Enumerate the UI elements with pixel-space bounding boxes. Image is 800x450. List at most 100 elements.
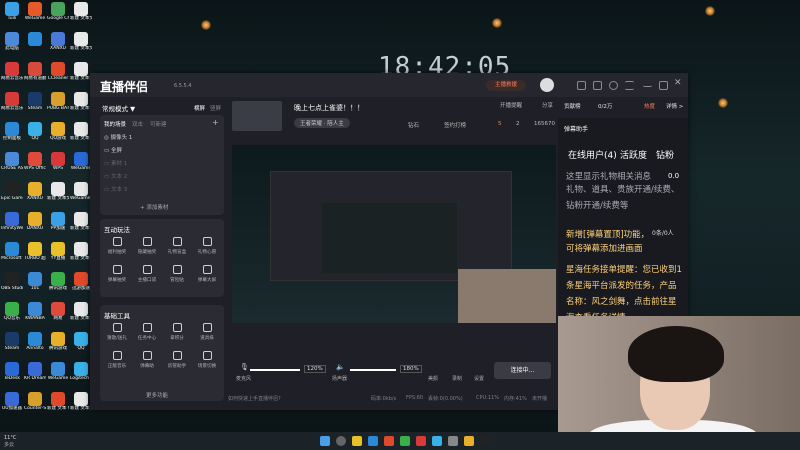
desktop-icon[interactable]: KWANBA [24,302,46,321]
tool-button[interactable]: 房管助手 [162,351,192,369]
beauty-button[interactable]: 美颜 [428,375,438,382]
desktop-icon[interactable]: Counter-St... [24,392,46,411]
desktop-icon[interactable]: 新建 文本文档 [70,392,92,411]
desktop-icon[interactable]: 网易云音乐 [1,92,23,111]
desktop-icon[interactable]: PUBG BATTLEGROUNDS [47,92,69,111]
tool-button[interactable]: 正版音乐 [102,351,132,369]
mic-slider[interactable] [250,369,300,371]
details-tab[interactable]: 详情 > [666,102,683,110]
app-icon[interactable] [448,436,458,446]
scene-tab-3[interactable]: 可新建 [150,120,167,128]
app-icon[interactable] [432,436,442,446]
add-scene-icon[interactable]: + [212,118,219,127]
more-tools-button[interactable]: 更多功能 [146,391,168,399]
app-icon[interactable] [464,436,474,446]
desktop-icon[interactable]: OBS Studio [1,272,23,291]
tool-button[interactable]: 道具排 [192,323,222,341]
desktop-icon[interactable]: 网易有道翻译 [24,62,46,81]
desktop-icon[interactable]: 新建 文本文档 [47,182,69,201]
desktop-icon[interactable]: WeGame [24,2,46,21]
heat-tab[interactable]: 热度 [644,102,655,110]
desktop-icon[interactable]: YY直播 [47,242,69,261]
source-row[interactable]: ▭ 全屏 [104,146,220,155]
menu-icon[interactable] [625,81,634,90]
desktop-icon[interactable]: WeGame [47,362,69,381]
desktop-icon[interactable]: Epic Games Launcher [1,182,23,201]
edge-icon[interactable] [368,436,378,446]
desktop-icon[interactable]: XANXU [47,32,69,51]
desktop-icon[interactable]: 101 [24,272,46,291]
avatar[interactable] [540,78,554,92]
diamond-stat[interactable]: 钻石 [408,121,419,129]
desktop-icon[interactable]: 新建 文本文档 (3).txt [70,62,92,81]
desktop-icon[interactable]: WPS Office [24,152,46,171]
tool-button[interactable]: 隐藏抽奖 [132,237,162,255]
desktop-icon[interactable]: 新建 文本文档 [70,242,92,261]
app-icon[interactable] [416,436,426,446]
tool-button[interactable]: 猜歌/送礼 [102,323,132,341]
desktop-icon[interactable]: Logitech G HUB [70,362,92,381]
desktop-icon[interactable]: Microsoft Edge [1,242,23,261]
app-icon[interactable] [480,436,490,446]
desktop-icon[interactable]: XANXU [24,182,46,201]
app-icon[interactable] [400,436,410,446]
message-icon[interactable] [577,81,586,90]
desktop-icon[interactable]: CRUSE ASUS CPU-Z [1,152,23,171]
tool-button[interactable]: 场景切换 [192,351,222,369]
desktop-icon[interactable] [24,32,46,46]
speaker-slider[interactable] [350,369,396,371]
desktop-icon[interactable]: 新建 文本文档 (4).txt [70,92,92,111]
anchor-rescue-button[interactable]: 主播救援 [486,80,526,91]
desktop-icon[interactable]: 新建 文本文档 [70,302,92,321]
desktop-icon[interactable]: 网易云音乐 [1,62,23,81]
desktop-icon[interactable]: InfinityWeb Link Go [1,212,23,231]
desktop-icon[interactable]: 腾讯游戏 [47,332,69,351]
source-row[interactable]: ▭ 文本 3 [104,185,220,194]
settings-icon[interactable] [609,81,618,90]
live-remind-button[interactable]: 开播提醒 [500,101,522,109]
tool-button[interactable]: 福利抽奖 [102,237,132,255]
desktop-icon[interactable]: 新建 文本 WeGame [47,392,69,411]
share-button[interactable]: 分享 [542,101,553,109]
tool-button[interactable]: 弹幕助 [132,351,162,369]
desktop-icon[interactable]: PP加速 [47,212,69,231]
source-row[interactable]: ◎ 摄像头 1 [104,133,220,142]
desktop-icon[interactable]: 网易 [47,302,69,321]
desktop-icon[interactable]: TeDesk [1,362,23,381]
goal-stat[interactable]: 签约打榜 [444,121,466,129]
desktop-icon[interactable]: QQ [24,122,46,141]
contribution-tab[interactable]: 贡献榜 [564,102,581,110]
go-live-button[interactable]: 连接中... [494,362,551,379]
maximize-icon[interactable] [659,81,668,90]
settings-button[interactable]: 设置 [474,375,484,382]
tool-button[interactable]: 礼物盲盒 [162,237,192,255]
tool-button[interactable]: 拿积分 [162,323,192,341]
shirt-icon[interactable] [593,81,602,90]
desktop-icon[interactable]: Annalto [24,332,46,351]
desktop-icon[interactable]: 新建 文本文档 (5).txt [70,122,92,141]
desktop-icon[interactable]: 新建 文本文档 [70,212,92,231]
stream-preview[interactable] [232,145,556,323]
desktop-icon[interactable]: Steam [1,332,23,351]
start-icon[interactable] [320,436,330,446]
tool-button[interactable]: 弹幕大屏 [192,265,222,283]
help-link[interactable]: 如何快速上手直播伴侣? [228,396,281,402]
desktop-icon[interactable]: WPS [47,152,69,171]
source-row[interactable]: ▭ 文本 2 [104,172,220,181]
desktop-icon[interactable]: Steam [24,92,46,111]
minimize-icon[interactable] [643,81,652,87]
desktop-icon[interactable]: UU加速器 [1,392,23,411]
desktop-icon[interactable]: WeGame [70,152,92,171]
desktop-icon[interactable]: 迅游加速 [70,272,92,291]
desktop-icon[interactable]: 此电脑 [1,32,23,51]
desktop-icon[interactable]: WeGame 游戏 [70,182,92,201]
app-icon[interactable] [384,436,394,446]
weather-desc[interactable]: 多云 [4,441,14,448]
desktop-icon[interactable]: Google Chrome [47,2,69,21]
online-users-tab[interactable]: 在线用户(4) [568,148,617,161]
scene-tab-2[interactable]: 双击 [132,120,143,128]
tool-button[interactable]: 任务中心 [132,323,162,341]
category-tag[interactable]: 王者荣耀 · 陪人主 [294,118,350,128]
goal-tab[interactable]: 0/2万 [598,102,612,110]
diamond-fans-tab[interactable]: 钻粉 [656,148,674,161]
